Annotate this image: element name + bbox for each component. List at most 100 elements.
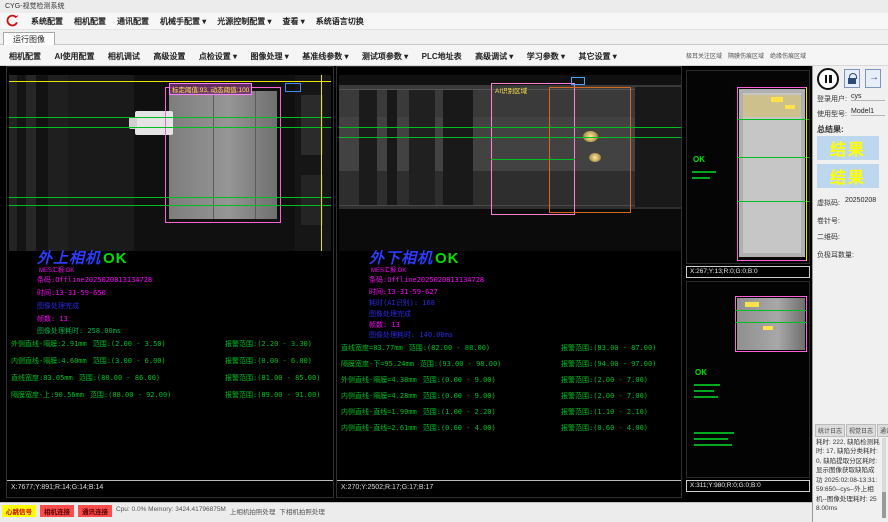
region-separator-area[interactable]: 隔膜伤痕区域 xyxy=(728,51,764,60)
status-ok: OK xyxy=(103,250,128,267)
tool-plc-address-table[interactable]: PLC地址表 xyxy=(422,51,462,62)
menu-system-config[interactable]: 系统配置 xyxy=(31,16,63,27)
tool-ai-use-config[interactable]: AI使用配置 xyxy=(54,51,94,62)
app-window: CYG-视觉检测系统 系统配置 相机配置 通讯配置 机械手配置 ▾ 光源控制配置… xyxy=(0,0,888,522)
result-badge-2: 结果 xyxy=(817,164,879,188)
pause-button[interactable] xyxy=(817,68,839,90)
main-area: 标定阈值:93, 动态阈值:100 外上相机OK MES汇报:OK 条码:Off… xyxy=(0,66,812,502)
menu-language-switch[interactable]: 系统语言切换 xyxy=(316,16,364,27)
pixel-coords-aux-2: X:311;Y:980;R:0;G:0;B:0 xyxy=(686,480,810,492)
model-label: 使用型号: xyxy=(817,109,847,119)
menu-bar: 系统配置 相机配置 通讯配置 机械手配置 ▾ 光源控制配置 ▾ 查看 ▾ 系统语… xyxy=(0,13,888,30)
tool-learning-params[interactable]: 学习参数 ▾ xyxy=(527,51,565,62)
blue-marker-box xyxy=(571,77,585,85)
tab-bar: 运行图像 xyxy=(0,30,888,45)
barcode-text: 条码:Offline2025020813134728 xyxy=(369,275,484,285)
neg-tab-count-label: 负极耳数量: xyxy=(817,250,854,260)
total-result-label: 总结果: xyxy=(817,124,844,135)
log-output: 耗时: 222, 缺陷检测耗时: 17, 缺陷分类耗时: 0, 缺陷提取分区耗时… xyxy=(816,438,880,518)
menu-camera-config[interactable]: 相机配置 xyxy=(74,16,106,27)
virtual-code-value: 20250208 xyxy=(845,197,879,204)
aux-camera-image-1[interactable]: OK xyxy=(686,70,810,264)
lower-camera-process-text: 下相机拍照处理 xyxy=(279,506,325,516)
baseline-yellow-h xyxy=(9,81,331,82)
frame-count-text: 帧数: 13 xyxy=(37,314,68,324)
user-value[interactable]: cys xyxy=(851,93,885,101)
exit-button[interactable] xyxy=(865,69,881,88)
mes-report-text: MES汇报:OK xyxy=(371,265,406,274)
status-bar: 心跳信号 相机连接 通讯连接 Cpu: 0.0% Memory: 3424.41… xyxy=(0,502,812,522)
menu-light-config[interactable]: 光源控制配置 ▾ xyxy=(217,16,271,27)
qrcode-label: 二维码: xyxy=(817,232,840,242)
model-value[interactable]: Model1 xyxy=(851,108,885,116)
mes-report-text: MES汇报:OK xyxy=(39,265,74,274)
roi-rect-magenta xyxy=(737,87,807,261)
process-done-text: 图像处理完成 xyxy=(37,301,79,311)
tool-test-params[interactable]: 测试项参数 ▾ xyxy=(362,51,408,62)
time-text: 时间:13-31-59-650 xyxy=(37,288,106,298)
elapsed-text: 图像处理耗时: 258.00ms xyxy=(37,326,121,336)
user-label: 登录用户: xyxy=(817,94,847,104)
tool-other-settings[interactable]: 其它设置 ▾ xyxy=(578,51,616,62)
app-logo-icon xyxy=(4,14,20,28)
upper-camera-process-text: 上相机拍照处理 xyxy=(230,506,276,516)
pixel-coords-upper: X:7677;Y:891;R:14;G:14;B:14 xyxy=(7,480,333,493)
frame-count-text: 帧数: 13 xyxy=(369,320,400,330)
menu-view[interactable]: 查看 ▾ xyxy=(283,16,305,27)
tool-image-processing[interactable]: 图像处理 ▾ xyxy=(251,51,289,62)
menu-robot-config[interactable]: 机械手配置 ▾ xyxy=(160,16,206,27)
baseline-yellow-v xyxy=(806,87,807,261)
result-badge-1: 结果 xyxy=(817,136,879,160)
virtual-code-label: 虚拟码: xyxy=(817,198,840,208)
tool-advanced-debug[interactable]: 高级调试 ▾ xyxy=(475,51,513,62)
log-tab-comm[interactable]: 通讯日志 xyxy=(877,424,888,437)
aux-camera-column: OK X:267;Y:13;R:0;G:0;B:0 OK xyxy=(686,66,810,502)
window-title: CYG-视觉检测系统 xyxy=(5,3,65,10)
elapsed-text: 图像处理耗时: 140.00ms xyxy=(369,330,453,340)
blue-marker-box xyxy=(285,83,301,92)
region-insulation-area[interactable]: 绝缘伤痕区域 xyxy=(770,51,806,60)
barcode-text: 条码:Offline2025020813134728 xyxy=(37,275,152,285)
tool-camera-config[interactable]: 相机配置 xyxy=(9,51,41,62)
tool-baseline-params[interactable]: 基准线参数 ▾ xyxy=(302,51,348,62)
pause-icon xyxy=(825,75,828,83)
camera-panel-lower: AI识别区域 外下相机OK MES汇报:OK 条码:Offline2025020… xyxy=(336,66,682,498)
camera-image-upper[interactable]: 标定阈值:93, 动态阈值:100 xyxy=(9,75,331,251)
ai-region-label: AI识别区域 xyxy=(495,85,527,95)
camera-image-lower[interactable]: AI识别区域 xyxy=(339,75,681,251)
camera-panel-upper: 标定阈值:93, 动态阈值:100 外上相机OK MES汇报:OK 条码:Off… xyxy=(6,66,334,498)
baseline-yellow-v xyxy=(321,75,322,251)
pixel-coords-lower: X:270;Y:2502;R:17;G:17;B:17 xyxy=(337,480,681,493)
roi-rect-magenta xyxy=(165,87,281,223)
tool-camera-debug[interactable]: 相机调试 xyxy=(108,51,140,62)
region-selector-bar: 极耳关注区域 隔膜伤痕区域 绝缘伤痕区域 xyxy=(686,51,812,60)
tool-spot-check[interactable]: 点检设置 ▾ xyxy=(199,51,237,62)
window-titlebar: CYG-视觉检测系统 xyxy=(0,0,888,13)
roi-rect-orange xyxy=(549,87,631,213)
status-ok: OK xyxy=(435,250,460,267)
region-tab-area[interactable]: 极耳关注区域 xyxy=(686,51,722,60)
ok-indicator: OK xyxy=(695,368,707,377)
log-scrollbar-thumb[interactable] xyxy=(882,492,886,518)
heartbeat-chip: 心跳信号 xyxy=(2,505,36,517)
lock-button[interactable] xyxy=(844,69,860,88)
needle-no-label: 卷针号: xyxy=(817,216,840,226)
ok-indicator: OK xyxy=(693,155,705,164)
log-scrollbar[interactable] xyxy=(882,438,886,518)
tab-run-image[interactable]: 运行图像 xyxy=(3,32,55,46)
pixel-coords-aux-1: X:267;Y:13;R:0;G:0;B:0 xyxy=(686,266,810,278)
threshold-overlay-label: 标定阈值:93, 动态阈值:100 xyxy=(169,83,252,95)
log-tab-bar: 统计日志 视觉日志 通讯日志 xyxy=(815,424,888,437)
process-done-text: 图像处理完成 xyxy=(369,309,411,319)
tool-advanced-settings[interactable]: 高级设置 xyxy=(153,51,185,62)
time-text: 时间:13-31-59-627 xyxy=(369,287,438,297)
ai-elapsed-text: 耗时(AI识别): 168 xyxy=(369,298,435,308)
aux-camera-image-2[interactable]: OK xyxy=(686,281,810,478)
camera-connection-chip: 相机连接 xyxy=(40,505,74,517)
log-tab-stats[interactable]: 统计日志 xyxy=(815,424,845,437)
cpu-memory-text: Cpu: 0.0% Memory: 3424.41796875M xyxy=(116,506,226,513)
log-tab-vision[interactable]: 视觉日志 xyxy=(846,424,876,437)
menu-comm-config[interactable]: 通讯配置 xyxy=(117,16,149,27)
comm-connection-chip: 通讯连接 xyxy=(78,505,112,517)
right-sidebar: 登录用户: cys 使用型号: Model1 总结果: 结果 结果 虚拟码: 2… xyxy=(812,66,888,522)
